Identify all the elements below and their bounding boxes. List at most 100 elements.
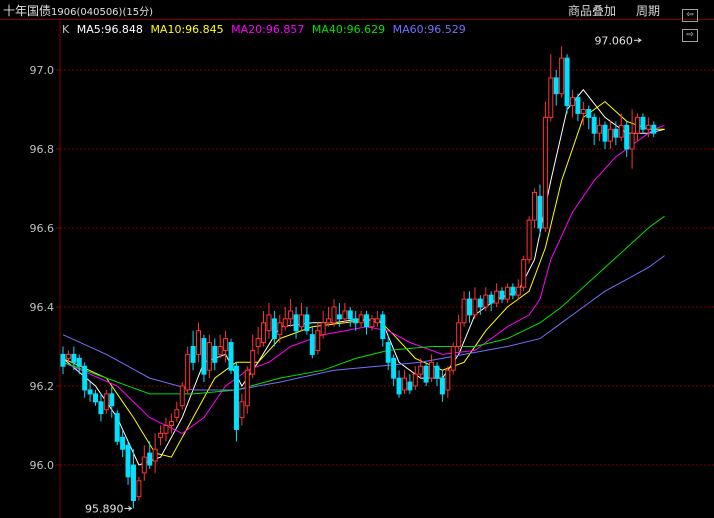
candle-body bbox=[152, 448, 158, 462]
candle-body bbox=[288, 310, 294, 320]
candle-body bbox=[109, 393, 115, 407]
overlay-button[interactable]: 商品叠加 bbox=[568, 2, 616, 19]
candle-body bbox=[114, 413, 120, 442]
candlestick-chart: 97.0 96.8 96.6 96.4 96.2 96.0 97.060 95.890 bbox=[30, 20, 714, 518]
legend-k: K bbox=[62, 23, 70, 36]
extreme-label: 95.890 bbox=[85, 502, 124, 515]
candle-body bbox=[179, 385, 185, 407]
legend-ma5: MA5:96.848 bbox=[76, 23, 143, 36]
candle-body bbox=[250, 349, 256, 375]
candle-body bbox=[190, 346, 196, 363]
candle-body bbox=[396, 377, 402, 395]
candle-body bbox=[542, 116, 548, 229]
candle-body bbox=[163, 425, 169, 434]
candle-body bbox=[477, 298, 483, 308]
candle-body bbox=[526, 219, 532, 261]
candle-body bbox=[521, 259, 527, 288]
candle-body bbox=[467, 298, 472, 316]
candle-body bbox=[326, 318, 332, 324]
y-tick-label: 96.8 bbox=[30, 143, 55, 156]
candle-body bbox=[385, 342, 391, 363]
candle-body bbox=[147, 452, 153, 466]
candle-body bbox=[228, 342, 234, 371]
candle-body bbox=[602, 124, 608, 142]
candle-body bbox=[607, 128, 613, 142]
arrow-left-icon[interactable]: ⇦ bbox=[682, 9, 698, 22]
candle-body bbox=[575, 97, 581, 114]
candle-body bbox=[401, 377, 407, 391]
candle-body bbox=[76, 357, 82, 367]
candle-body bbox=[244, 369, 250, 407]
candle-body bbox=[374, 318, 380, 324]
candle-body bbox=[423, 365, 429, 383]
candle-body bbox=[504, 286, 510, 300]
title-name: 十年国债 bbox=[3, 4, 52, 18]
candle-body bbox=[168, 421, 174, 426]
title-bar: 十年国债1906(040506)(15分) 商品叠加 周期 ⇦ ⇨ bbox=[0, 0, 714, 42]
candle-body bbox=[510, 286, 516, 296]
y-tick-label: 96.6 bbox=[30, 222, 55, 235]
candle-body bbox=[629, 132, 635, 150]
candle-body bbox=[640, 116, 646, 130]
instrument-title: 十年国债1906(040506)(15分) bbox=[3, 2, 153, 19]
candle-body bbox=[212, 346, 218, 363]
candle-body bbox=[201, 338, 207, 375]
candle-body bbox=[93, 393, 99, 403]
candle-body bbox=[645, 124, 651, 130]
candle-body bbox=[380, 314, 386, 340]
candle-body bbox=[591, 116, 597, 134]
candle-body bbox=[635, 116, 641, 134]
period-button[interactable]: 周期 bbox=[636, 2, 660, 19]
candle-body bbox=[309, 334, 315, 355]
candle-body bbox=[136, 480, 142, 498]
candle-body bbox=[196, 330, 201, 355]
candle-body bbox=[613, 128, 619, 138]
candle-body bbox=[564, 57, 570, 107]
candle-body bbox=[494, 290, 500, 304]
candle-body bbox=[651, 124, 657, 134]
candle-body bbox=[418, 365, 424, 375]
candle-body bbox=[141, 456, 147, 474]
y-tick-label: 96.4 bbox=[30, 301, 55, 314]
ma-line-ma5 bbox=[62, 88, 665, 466]
candle-body bbox=[320, 322, 326, 336]
candle-body bbox=[499, 290, 505, 300]
candle-body bbox=[358, 314, 364, 324]
candle-body bbox=[515, 286, 521, 296]
candle-body bbox=[336, 314, 342, 320]
candles bbox=[60, 46, 657, 509]
candle-body bbox=[233, 365, 239, 430]
candle-body bbox=[206, 342, 212, 371]
candle-body bbox=[488, 294, 494, 304]
legend-ma60: MA60:96.529 bbox=[392, 23, 466, 36]
moving-averages bbox=[62, 88, 665, 466]
candle-body bbox=[223, 338, 229, 351]
y-tick-label: 96.0 bbox=[30, 459, 55, 472]
candle-body bbox=[60, 353, 66, 367]
candle-body bbox=[71, 353, 77, 363]
candle-body bbox=[580, 109, 586, 114]
y-tick-label: 97.0 bbox=[30, 64, 55, 77]
candle-body bbox=[342, 310, 348, 320]
candle-body bbox=[282, 318, 288, 328]
candle-body bbox=[277, 322, 283, 336]
candle-body bbox=[315, 330, 321, 351]
candle-body bbox=[445, 369, 451, 391]
candle-body bbox=[391, 357, 397, 379]
legend-ma40: MA40:96.629 bbox=[311, 23, 386, 36]
candle-body bbox=[461, 298, 467, 324]
candle-body bbox=[87, 389, 93, 395]
candle-body bbox=[217, 346, 223, 355]
candle-body bbox=[450, 346, 456, 371]
candle-body bbox=[412, 373, 418, 387]
candle-body bbox=[174, 409, 180, 419]
candle-body bbox=[293, 314, 299, 332]
candle-body bbox=[82, 365, 88, 391]
arrow-right-icon[interactable]: ⇨ bbox=[682, 29, 698, 42]
candle-body bbox=[65, 353, 71, 359]
candle-body bbox=[532, 191, 538, 221]
candle-body bbox=[347, 310, 353, 320]
ma-line-ma60 bbox=[62, 255, 665, 391]
candle-body bbox=[483, 294, 489, 308]
candle-body bbox=[369, 318, 375, 328]
